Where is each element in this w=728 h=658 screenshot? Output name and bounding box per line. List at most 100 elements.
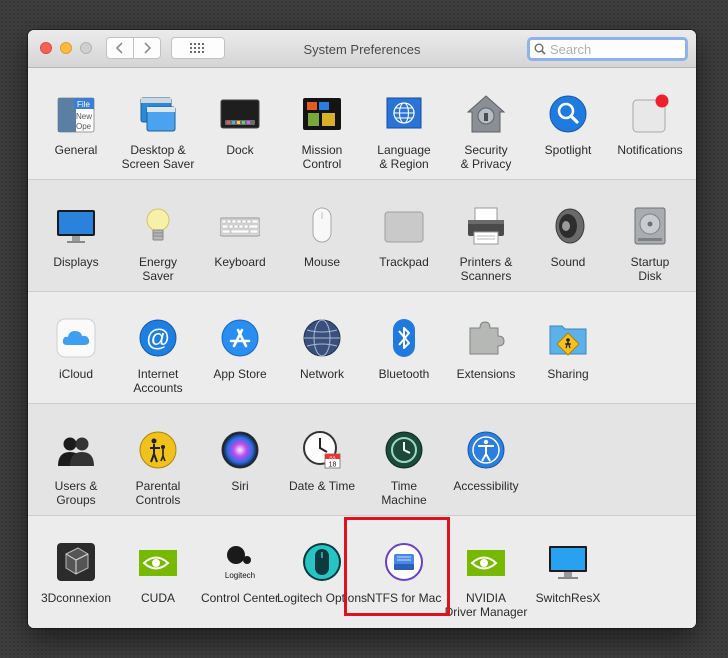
pane-notifications[interactable]: Notifications bbox=[609, 68, 691, 180]
pane-keyboard[interactable]: Keyboard bbox=[199, 180, 281, 292]
forward-button[interactable] bbox=[133, 37, 161, 59]
svg-text:18: 18 bbox=[329, 462, 337, 469]
pref-row-hardware: Displays Energy Saver Keyboard Mouse Tra… bbox=[28, 180, 696, 292]
accessibility-icon bbox=[467, 431, 505, 469]
mission-control-icon bbox=[303, 98, 341, 130]
pane-label: Sharing bbox=[547, 367, 589, 381]
pane-accessibility[interactable]: Accessibility bbox=[445, 404, 527, 516]
system-preferences-window: System Preferences File New Ope General bbox=[28, 30, 696, 628]
puzzle-piece-icon bbox=[469, 321, 505, 355]
users-icon bbox=[58, 437, 94, 466]
parental-controls-icon bbox=[139, 431, 177, 469]
svg-text:@: @ bbox=[146, 325, 170, 352]
minimize-button[interactable] bbox=[60, 42, 72, 54]
clock-calendar-icon: JUL 18 bbox=[303, 431, 341, 469]
pane-mission-control[interactable]: Mission Control bbox=[281, 68, 363, 180]
icloud-icon bbox=[56, 318, 96, 358]
pane-printers-scanners[interactable]: Printers & Scanners bbox=[445, 180, 527, 292]
pref-row-system: Users & Groups Parental Controls Siri JU… bbox=[28, 404, 696, 516]
highlight-box bbox=[344, 517, 450, 616]
notifications-icon bbox=[632, 94, 669, 133]
svg-text:Ope: Ope bbox=[76, 122, 92, 131]
pane-extensions[interactable]: Extensions bbox=[445, 292, 527, 404]
house-lock-icon bbox=[466, 95, 506, 133]
bluetooth-icon bbox=[393, 319, 415, 357]
pane-label: Startup Disk bbox=[630, 255, 670, 283]
pane-startup-disk[interactable]: Startup Disk bbox=[609, 180, 691, 292]
hard-disk-icon bbox=[634, 207, 666, 245]
pane-spotlight[interactable]: Spotlight bbox=[527, 68, 609, 180]
general-icon: File New Ope bbox=[57, 97, 95, 133]
dock-icon bbox=[220, 99, 260, 129]
search-field[interactable] bbox=[527, 37, 688, 61]
printer-icon bbox=[468, 207, 504, 245]
pane-mouse[interactable]: Mouse bbox=[281, 180, 363, 292]
pane-bluetooth[interactable]: Bluetooth bbox=[363, 292, 445, 404]
pane-security-privacy[interactable]: Security & Privacy bbox=[445, 68, 527, 180]
pane-language-region[interactable]: Language & Region bbox=[363, 68, 445, 180]
pane-switchresx[interactable]: SwitchResX bbox=[527, 516, 609, 628]
navigation-buttons bbox=[106, 37, 162, 59]
spotlight-icon bbox=[549, 95, 587, 133]
search-icon bbox=[534, 43, 546, 55]
time-machine-icon bbox=[385, 431, 423, 469]
svg-text:File: File bbox=[77, 100, 90, 109]
display-icon bbox=[57, 210, 95, 243]
toolbar: System Preferences bbox=[28, 30, 696, 68]
search-input[interactable] bbox=[550, 41, 675, 57]
chevron-left-icon bbox=[115, 42, 123, 54]
siri-icon bbox=[221, 431, 259, 469]
pane-sharing[interactable]: Sharing bbox=[527, 292, 609, 404]
pane-nvidia-driver-manager[interactable]: NVIDIA Driver Manager bbox=[445, 516, 527, 628]
pane-date-time[interactable]: JUL 18 Date & Time bbox=[281, 404, 363, 516]
pref-row-internet: iCloud @ Internet Accounts App Store Net… bbox=[28, 292, 696, 404]
pane-trackpad[interactable]: Trackpad bbox=[363, 180, 445, 292]
pane-displays[interactable]: Displays bbox=[35, 180, 117, 292]
keyboard-icon bbox=[220, 217, 260, 237]
pane-sound[interactable]: Sound bbox=[527, 180, 609, 292]
show-all-button[interactable] bbox=[171, 37, 225, 59]
nvidia-icon bbox=[467, 550, 505, 576]
speaker-icon bbox=[555, 208, 585, 244]
lightbulb-icon bbox=[146, 208, 170, 241]
pane-icloud[interactable]: iCloud bbox=[35, 292, 117, 404]
zoom-button[interactable] bbox=[80, 42, 92, 54]
grid-icon bbox=[190, 43, 204, 53]
pane-control-center[interactable]: Logitech Control Center bbox=[199, 516, 281, 628]
network-globe-icon bbox=[303, 319, 341, 357]
pane-siri[interactable]: Siri bbox=[199, 404, 281, 516]
mouse-icon bbox=[312, 207, 332, 243]
nvidia-eye-icon bbox=[139, 550, 177, 576]
globe-flag-icon bbox=[386, 97, 422, 129]
pane-cuda[interactable]: CUDA bbox=[117, 516, 199, 628]
logitech-icon: Logitech bbox=[225, 546, 255, 580]
svg-text:New: New bbox=[76, 112, 92, 121]
back-button[interactable] bbox=[106, 37, 134, 59]
pane-network[interactable]: Network bbox=[281, 292, 363, 404]
svg-text:JUL: JUL bbox=[329, 455, 337, 460]
pane-app-store[interactable]: App Store bbox=[199, 292, 281, 404]
pane-time-machine[interactable]: Time Machine bbox=[363, 404, 445, 516]
pane-energy-saver[interactable]: Energy Saver bbox=[117, 180, 199, 292]
close-button[interactable] bbox=[40, 42, 52, 54]
pane-label: Accessibility bbox=[453, 479, 519, 493]
logitech-options-mouse-icon bbox=[303, 543, 341, 581]
switchresx-monitor-icon bbox=[549, 546, 587, 579]
app-store-icon bbox=[221, 319, 259, 357]
at-sign-icon: @ bbox=[139, 319, 177, 357]
pane-internet-accounts[interactable]: @ Internet Accounts bbox=[117, 292, 199, 404]
trackpad-icon bbox=[384, 211, 424, 243]
chevron-right-icon bbox=[144, 42, 152, 54]
svg-text:Logitech: Logitech bbox=[225, 571, 255, 580]
pane-dock[interactable]: Dock bbox=[199, 68, 281, 180]
pref-row-personal: File New Ope General Desktop & Screen Sa… bbox=[28, 68, 696, 180]
sharing-folder-icon bbox=[549, 325, 587, 356]
desktop-screen-saver-icon bbox=[140, 97, 176, 132]
pane-general[interactable]: File New Ope General bbox=[35, 68, 117, 180]
pane-parental-controls[interactable]: Parental Controls bbox=[117, 404, 199, 516]
pane-label: Notifications bbox=[617, 143, 683, 157]
pane-desktop-screen-saver[interactable]: Desktop & Screen Saver bbox=[117, 68, 199, 180]
pane-users-groups[interactable]: Users & Groups bbox=[35, 404, 117, 516]
3dconnexion-icon bbox=[57, 543, 95, 581]
pane-3dconnexion[interactable]: 3Dconnexion bbox=[35, 516, 117, 628]
